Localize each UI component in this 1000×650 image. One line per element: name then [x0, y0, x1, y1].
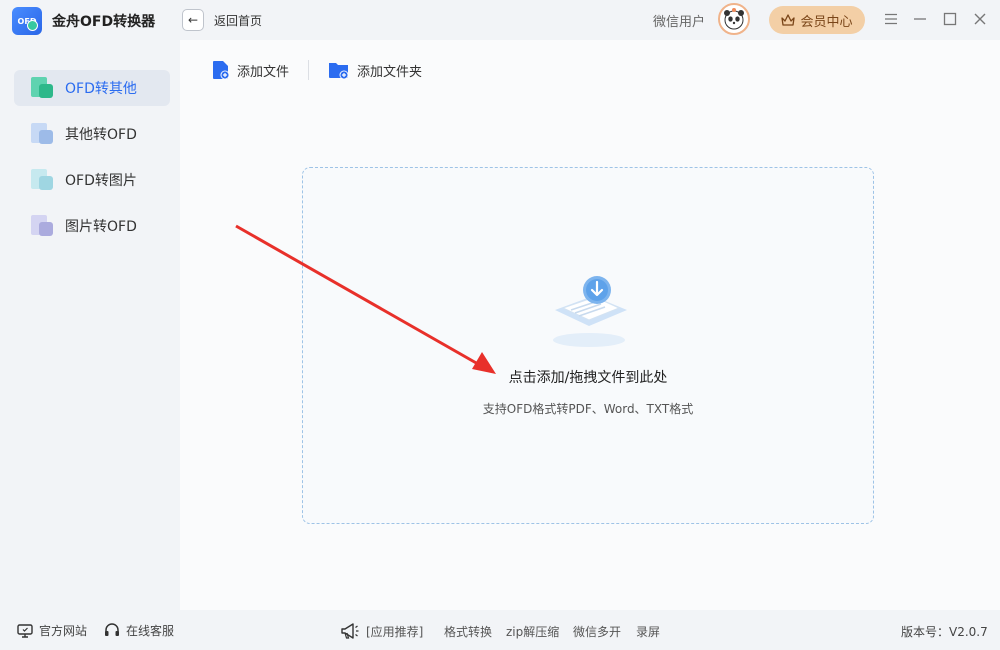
sidebar-item-other-to-ofd[interactable]: 其他转OFD — [14, 116, 170, 152]
sidebar-item-label: 其他转OFD — [65, 127, 137, 143]
app-recommend: [应用推荐] — [340, 622, 423, 640]
app-title: 金舟OFD转换器 — [52, 14, 156, 30]
sidebar-item-ofd-to-image[interactable]: OFD转图片 — [14, 162, 170, 198]
footer-link-screen-record[interactable]: 录屏 — [636, 623, 660, 640]
footer: 官方网站 在线客服 [应用推荐] 格式转换 zip解压缩 微信多开 录屏 版本号… — [0, 610, 1000, 650]
toolbar-divider — [308, 60, 309, 80]
sidebar-item-label: OFD转其他 — [65, 81, 137, 97]
recommend-label: [应用推荐] — [366, 624, 424, 639]
upload-document-icon — [553, 276, 627, 347]
sidebar-item-label: OFD转图片 — [65, 173, 137, 189]
app-logo-text: OFD — [17, 16, 37, 26]
back-button[interactable]: ← — [182, 9, 204, 31]
add-folder-icon — [329, 63, 349, 80]
online-support-label: 在线客服 — [126, 624, 175, 638]
arrow-left-icon: ← — [187, 13, 199, 27]
online-support-link[interactable]: 在线客服 — [104, 622, 174, 639]
sidebar: OFD转其他 其他转OFD OFD转图片 图片转OFD — [0, 40, 180, 610]
add-file-icon — [213, 61, 230, 80]
image-to-ofd-icon — [29, 213, 55, 239]
sidebar-item-image-to-ofd[interactable]: 图片转OFD — [14, 208, 170, 244]
app-logo: OFD — [12, 7, 42, 35]
add-folder-button[interactable]: 添加文件夹 — [328, 58, 422, 82]
megaphone-icon — [341, 623, 359, 639]
footer-link-zip[interactable]: zip解压缩 — [506, 623, 559, 640]
crown-icon — [781, 13, 796, 26]
sidebar-item-label: 图片转OFD — [65, 219, 137, 235]
minimize-icon[interactable] — [911, 10, 929, 28]
vip-center-button[interactable]: 会员中心 — [769, 6, 865, 34]
version-label: 版本号：V2.0.7 — [901, 625, 988, 639]
official-website-link[interactable]: 官方网站 — [17, 622, 87, 639]
footer-link-wechat-multi[interactable]: 微信多开 — [573, 623, 621, 640]
back-home-link[interactable]: 返回首页 — [214, 12, 262, 29]
panda-avatar-icon — [724, 8, 744, 30]
close-icon[interactable] — [971, 10, 989, 28]
drop-zone-subtitle: 支持OFD格式转PDF、Word、TXT格式 — [482, 402, 694, 416]
add-folder-label: 添加文件夹 — [357, 64, 423, 80]
file-drop-zone[interactable]: 点击添加/拖拽文件到此处 支持OFD格式转PDF、Word、TXT格式 — [302, 167, 874, 524]
footer-link-format-convert[interactable]: 格式转换 — [444, 623, 492, 640]
drop-zone-title: 点击添加/拖拽文件到此处 — [508, 370, 668, 386]
sidebar-item-ofd-to-other[interactable]: OFD转其他 — [14, 70, 170, 106]
main-panel: 添加文件 添加文件夹 点击添加/拖拽文件到此处 支持OFD格式转PDF、Word… — [180, 40, 1000, 610]
headset-icon — [105, 623, 119, 636]
official-website-label: 官方网站 — [39, 624, 88, 638]
image-convert-icon — [29, 167, 55, 193]
monitor-icon — [17, 623, 33, 638]
file-convert-icon — [29, 121, 55, 147]
add-file-button[interactable]: 添加文件 — [212, 58, 289, 82]
menu-icon[interactable] — [882, 10, 900, 28]
avatar[interactable] — [718, 3, 750, 35]
title-bar: OFD 金舟OFD转换器 ← 返回首页 微信用户 会员中心 — [0, 0, 1000, 40]
vip-center-label: 会员中心 — [800, 14, 853, 30]
user-name[interactable]: 微信用户 — [653, 11, 705, 30]
add-file-label: 添加文件 — [237, 64, 290, 80]
ofd-convert-icon — [29, 75, 55, 101]
maximize-icon[interactable] — [941, 10, 959, 28]
